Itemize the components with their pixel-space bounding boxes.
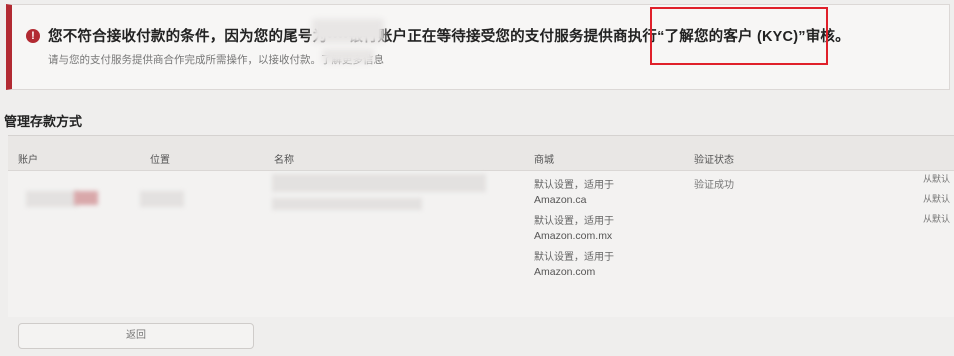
redacted-location bbox=[140, 191, 184, 207]
header-marketplace: 商城 bbox=[534, 155, 554, 166]
table-header: 账户 位置 名称 商城 验证状态 bbox=[8, 136, 954, 171]
redacted-name bbox=[272, 174, 486, 192]
verification-status: 验证成功 bbox=[694, 180, 734, 191]
kyc-highlight-box bbox=[650, 7, 828, 65]
default-from-link[interactable]: 从默认 bbox=[923, 172, 950, 185]
marketplace-label: 默认设置，适用于 bbox=[534, 180, 614, 191]
redacted-account-number bbox=[312, 19, 384, 43]
deposit-methods-table: 账户 位置 名称 商城 验证状态 默认设置，适用于 Amazon.ca 默认设置… bbox=[8, 135, 954, 317]
exclamation-icon: ! bbox=[26, 29, 40, 43]
redacted-account-badge bbox=[74, 191, 98, 205]
marketplace-entry: 默认设置，适用于 Amazon.com.mx bbox=[534, 214, 614, 244]
redacted-link-text bbox=[322, 49, 374, 63]
redacted-account bbox=[26, 191, 78, 207]
back-button[interactable]: 返回 bbox=[18, 323, 254, 349]
header-location: 位置 bbox=[150, 155, 170, 166]
marketplace-entry: 默认设置，适用于 Amazon.com bbox=[534, 250, 614, 280]
marketplace-site: Amazon.com.mx bbox=[534, 230, 613, 242]
header-verification: 验证状态 bbox=[694, 155, 734, 166]
marketplace-label: 默认设置，适用于 bbox=[534, 216, 614, 227]
header-name: 名称 bbox=[274, 155, 294, 166]
default-from-link[interactable]: 从默认 bbox=[923, 192, 950, 205]
marketplace-label: 默认设置，适用于 bbox=[534, 252, 614, 263]
default-from-link[interactable]: 从默认 bbox=[923, 212, 950, 225]
section-title: 管理存款方式 bbox=[4, 114, 83, 129]
marketplace-entry: 默认设置，适用于 Amazon.ca bbox=[534, 178, 614, 208]
redacted-name-line2 bbox=[272, 198, 422, 210]
marketplace-site: Amazon.com bbox=[534, 266, 596, 278]
marketplace-site: Amazon.ca bbox=[534, 194, 587, 206]
header-account: 账户 bbox=[18, 155, 38, 166]
